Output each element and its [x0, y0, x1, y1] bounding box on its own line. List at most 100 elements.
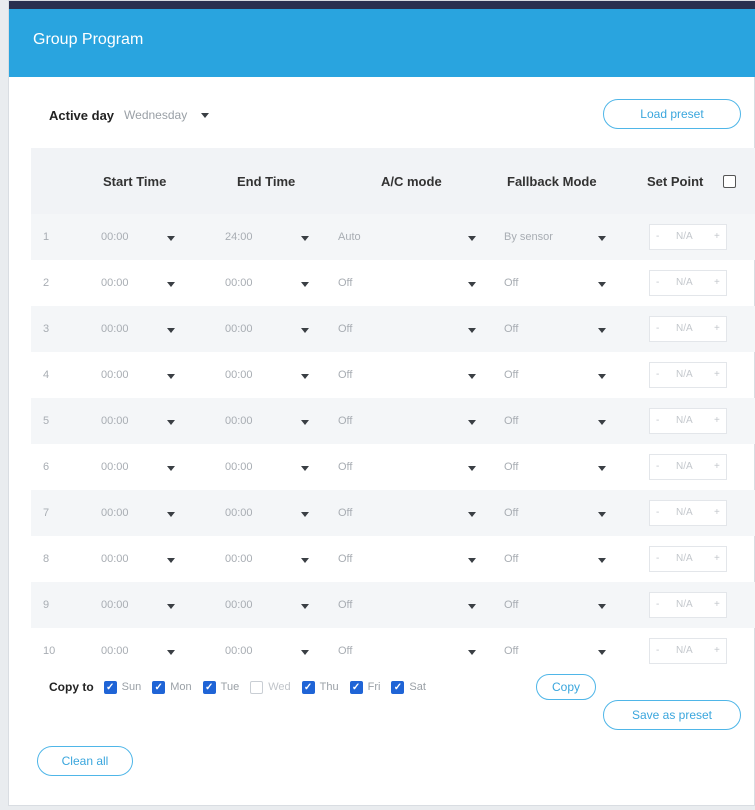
checkbox-checked-icon[interactable]: ✓	[301, 680, 315, 694]
ac-mode-select[interactable]: Off	[338, 461, 352, 473]
increment-button[interactable]: +	[714, 645, 720, 656]
end-time-select[interactable]: 00:00	[225, 323, 253, 335]
chevron-down-icon[interactable]	[301, 466, 309, 471]
checkbox-checked-icon[interactable]: ✓	[391, 680, 405, 694]
increment-button[interactable]: +	[714, 415, 720, 426]
set-point-stepper[interactable]: - N/A +	[649, 270, 727, 296]
fallback-mode-select[interactable]: Off	[504, 553, 518, 565]
chevron-down-icon[interactable]	[598, 604, 606, 609]
chevron-down-icon[interactable]	[468, 558, 476, 563]
ac-mode-select[interactable]: Off	[338, 599, 352, 611]
set-point-stepper[interactable]: - N/A +	[649, 454, 727, 480]
decrement-button[interactable]: -	[656, 323, 659, 334]
chevron-down-icon[interactable]	[468, 604, 476, 609]
increment-button[interactable]: +	[714, 323, 720, 334]
ac-mode-select[interactable]: Off	[338, 415, 352, 427]
chevron-down-icon[interactable]	[301, 420, 309, 425]
increment-button[interactable]: +	[714, 553, 720, 564]
copy-day-mon[interactable]: ✓ Mon	[152, 680, 192, 694]
chevron-down-icon[interactable]	[598, 420, 606, 425]
checkbox-checked-icon[interactable]: ✓	[152, 680, 166, 694]
fallback-mode-select[interactable]: Off	[504, 507, 518, 519]
fallback-mode-select[interactable]: Off	[504, 415, 518, 427]
chevron-down-icon[interactable]	[301, 650, 309, 655]
decrement-button[interactable]: -	[656, 369, 659, 380]
chevron-down-icon[interactable]	[468, 374, 476, 379]
copy-button[interactable]: Copy	[536, 674, 596, 700]
start-time-select[interactable]: 00:00	[101, 461, 129, 473]
end-time-select[interactable]: 24:00	[225, 231, 253, 243]
clean-all-button[interactable]: Clean all	[37, 746, 133, 776]
decrement-button[interactable]: -	[656, 507, 659, 518]
increment-button[interactable]: +	[714, 461, 720, 472]
end-time-select[interactable]: 00:00	[225, 599, 253, 611]
chevron-down-icon[interactable]	[468, 236, 476, 241]
increment-button[interactable]: +	[714, 599, 720, 610]
copy-day-thu[interactable]: ✓ Thu	[301, 680, 339, 694]
fallback-mode-select[interactable]: By sensor	[504, 231, 553, 243]
copy-day-sun[interactable]: ✓ Sun	[103, 680, 141, 694]
end-time-select[interactable]: 00:00	[225, 553, 253, 565]
ac-mode-select[interactable]: Off	[338, 507, 352, 519]
start-time-select[interactable]: 00:00	[101, 277, 129, 289]
chevron-down-icon[interactable]	[167, 604, 175, 609]
checkbox-checked-icon[interactable]: ✓	[202, 680, 216, 694]
start-time-select[interactable]: 00:00	[101, 599, 129, 611]
chevron-down-icon[interactable]	[598, 650, 606, 655]
checkbox-checked-icon[interactable]: ✓	[103, 680, 117, 694]
fallback-mode-select[interactable]: Off	[504, 323, 518, 335]
set-point-stepper[interactable]: - N/A +	[649, 316, 727, 342]
load-preset-button[interactable]: Load preset	[603, 99, 741, 129]
copy-day-tue[interactable]: ✓ Tue	[202, 680, 239, 694]
chevron-down-icon[interactable]	[301, 374, 309, 379]
chevron-down-icon[interactable]	[598, 236, 606, 241]
increment-button[interactable]: +	[714, 369, 720, 380]
fallback-mode-select[interactable]: Off	[504, 599, 518, 611]
chevron-down-icon[interactable]	[468, 420, 476, 425]
ac-mode-select[interactable]: Off	[338, 553, 352, 565]
chevron-down-icon[interactable]	[167, 466, 175, 471]
start-time-select[interactable]: 00:00	[101, 323, 129, 335]
chevron-down-icon[interactable]	[301, 512, 309, 517]
chevron-down-icon[interactable]	[301, 558, 309, 563]
start-time-select[interactable]: 00:00	[101, 231, 129, 243]
chevron-down-icon[interactable]	[468, 466, 476, 471]
decrement-button[interactable]: -	[656, 553, 659, 564]
chevron-down-icon[interactable]	[598, 466, 606, 471]
fallback-mode-select[interactable]: Off	[504, 369, 518, 381]
chevron-down-icon[interactable]	[201, 112, 210, 118]
chevron-down-icon[interactable]	[598, 374, 606, 379]
decrement-button[interactable]: -	[656, 599, 659, 610]
fallback-mode-select[interactable]: Off	[504, 277, 518, 289]
set-point-stepper[interactable]: - N/A +	[649, 408, 727, 434]
decrement-button[interactable]: -	[656, 415, 659, 426]
chevron-down-icon[interactable]	[598, 558, 606, 563]
ac-mode-select[interactable]: Off	[338, 277, 352, 289]
start-time-select[interactable]: 00:00	[101, 369, 129, 381]
end-time-select[interactable]: 00:00	[225, 277, 253, 289]
increment-button[interactable]: +	[714, 507, 720, 518]
chevron-down-icon[interactable]	[468, 512, 476, 517]
start-time-select[interactable]: 00:00	[101, 507, 129, 519]
chevron-down-icon[interactable]	[598, 512, 606, 517]
set-point-stepper[interactable]: - N/A +	[649, 592, 727, 618]
decrement-button[interactable]: -	[656, 461, 659, 472]
end-time-select[interactable]: 00:00	[225, 507, 253, 519]
chevron-down-icon[interactable]	[468, 650, 476, 655]
active-day-select[interactable]: Wednesday	[124, 108, 187, 122]
chevron-down-icon[interactable]	[167, 420, 175, 425]
start-time-select[interactable]: 00:00	[101, 645, 129, 657]
chevron-down-icon[interactable]	[167, 558, 175, 563]
set-point-stepper[interactable]: - N/A +	[649, 638, 727, 664]
set-point-stepper[interactable]: - N/A +	[649, 546, 727, 572]
ac-mode-select[interactable]: Off	[338, 323, 352, 335]
end-time-select[interactable]: 00:00	[225, 461, 253, 473]
chevron-down-icon[interactable]	[167, 282, 175, 287]
decrement-button[interactable]: -	[656, 645, 659, 656]
set-point-stepper[interactable]: - N/A +	[649, 224, 727, 250]
decrement-button[interactable]: -	[656, 231, 659, 242]
set-point-stepper[interactable]: - N/A +	[649, 362, 727, 388]
set-point-stepper[interactable]: - N/A +	[649, 500, 727, 526]
chevron-down-icon[interactable]	[167, 328, 175, 333]
chevron-down-icon[interactable]	[167, 236, 175, 241]
